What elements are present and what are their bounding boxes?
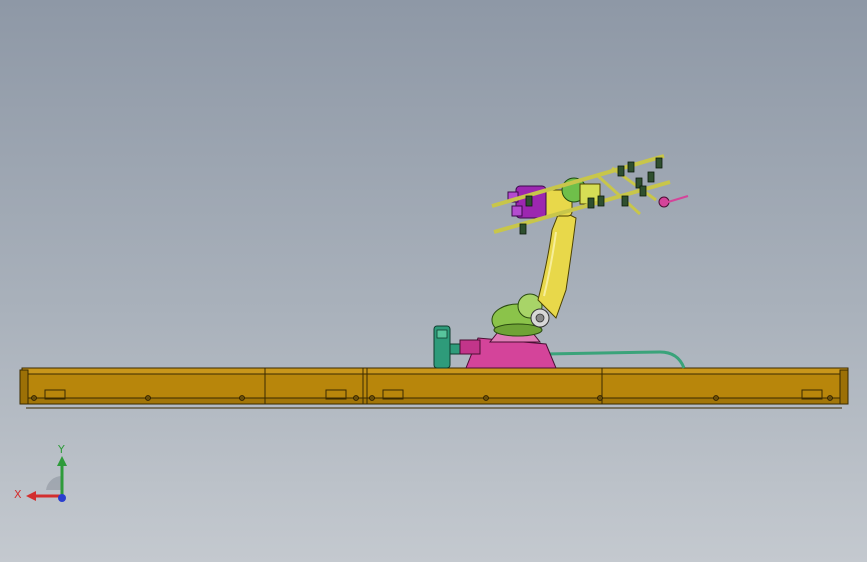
reference-triad[interactable]: Y X (10, 440, 80, 510)
cad-model-scene[interactable] (0, 0, 867, 562)
drive-motor[interactable] (433, 325, 463, 369)
triad-x-arrow (26, 491, 36, 501)
rail-end-cap-right (839, 369, 849, 405)
rail-top-flange (21, 367, 849, 375)
rail-end-cap-left (19, 369, 29, 405)
triad-y-arrow (57, 456, 67, 466)
linear-rail[interactable] (19, 367, 849, 409)
triad-xy-plane (46, 475, 62, 490)
triad-x-label: X (14, 488, 22, 501)
rail-body (25, 373, 845, 399)
end-effector-nozzle[interactable] (658, 195, 689, 208)
cable-hose (544, 350, 686, 369)
cad-viewport[interactable]: Y X (0, 0, 867, 562)
robot-lower-arm[interactable] (537, 209, 577, 319)
triad-z-axis (58, 494, 66, 502)
robot-base[interactable] (459, 331, 557, 369)
triad-y-label: Y (57, 443, 65, 456)
